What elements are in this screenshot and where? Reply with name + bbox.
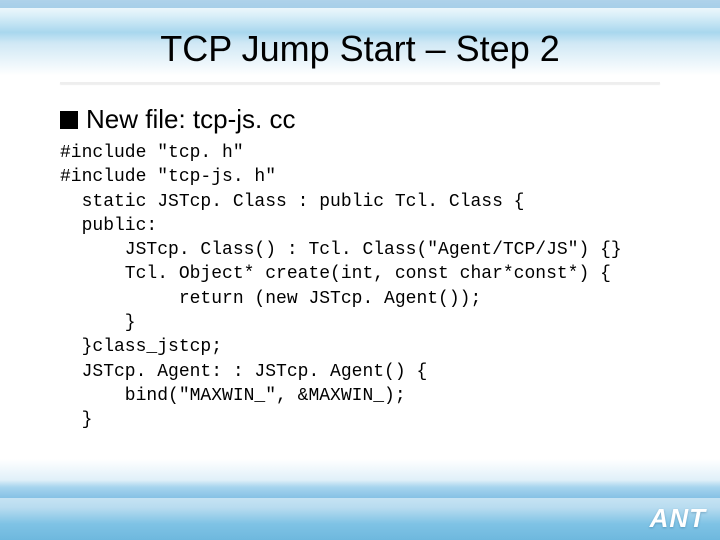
bullet-text: New file: tcp-js. cc <box>86 104 296 135</box>
logo-text: ANT <box>650 503 706 534</box>
slide-content: New file: tcp-js. cc #include "tcp. h" #… <box>60 104 680 433</box>
slide-title: TCP Jump Start – Step 2 <box>0 28 720 70</box>
bullet-row: New file: tcp-js. cc <box>60 104 680 135</box>
square-bullet-icon <box>60 111 78 129</box>
top-accent-bar <box>0 0 720 8</box>
title-underline <box>60 82 660 84</box>
code-block: #include "tcp. h" #include "tcp-js. h" s… <box>60 141 680 433</box>
bottom-accent-band <box>0 480 720 498</box>
